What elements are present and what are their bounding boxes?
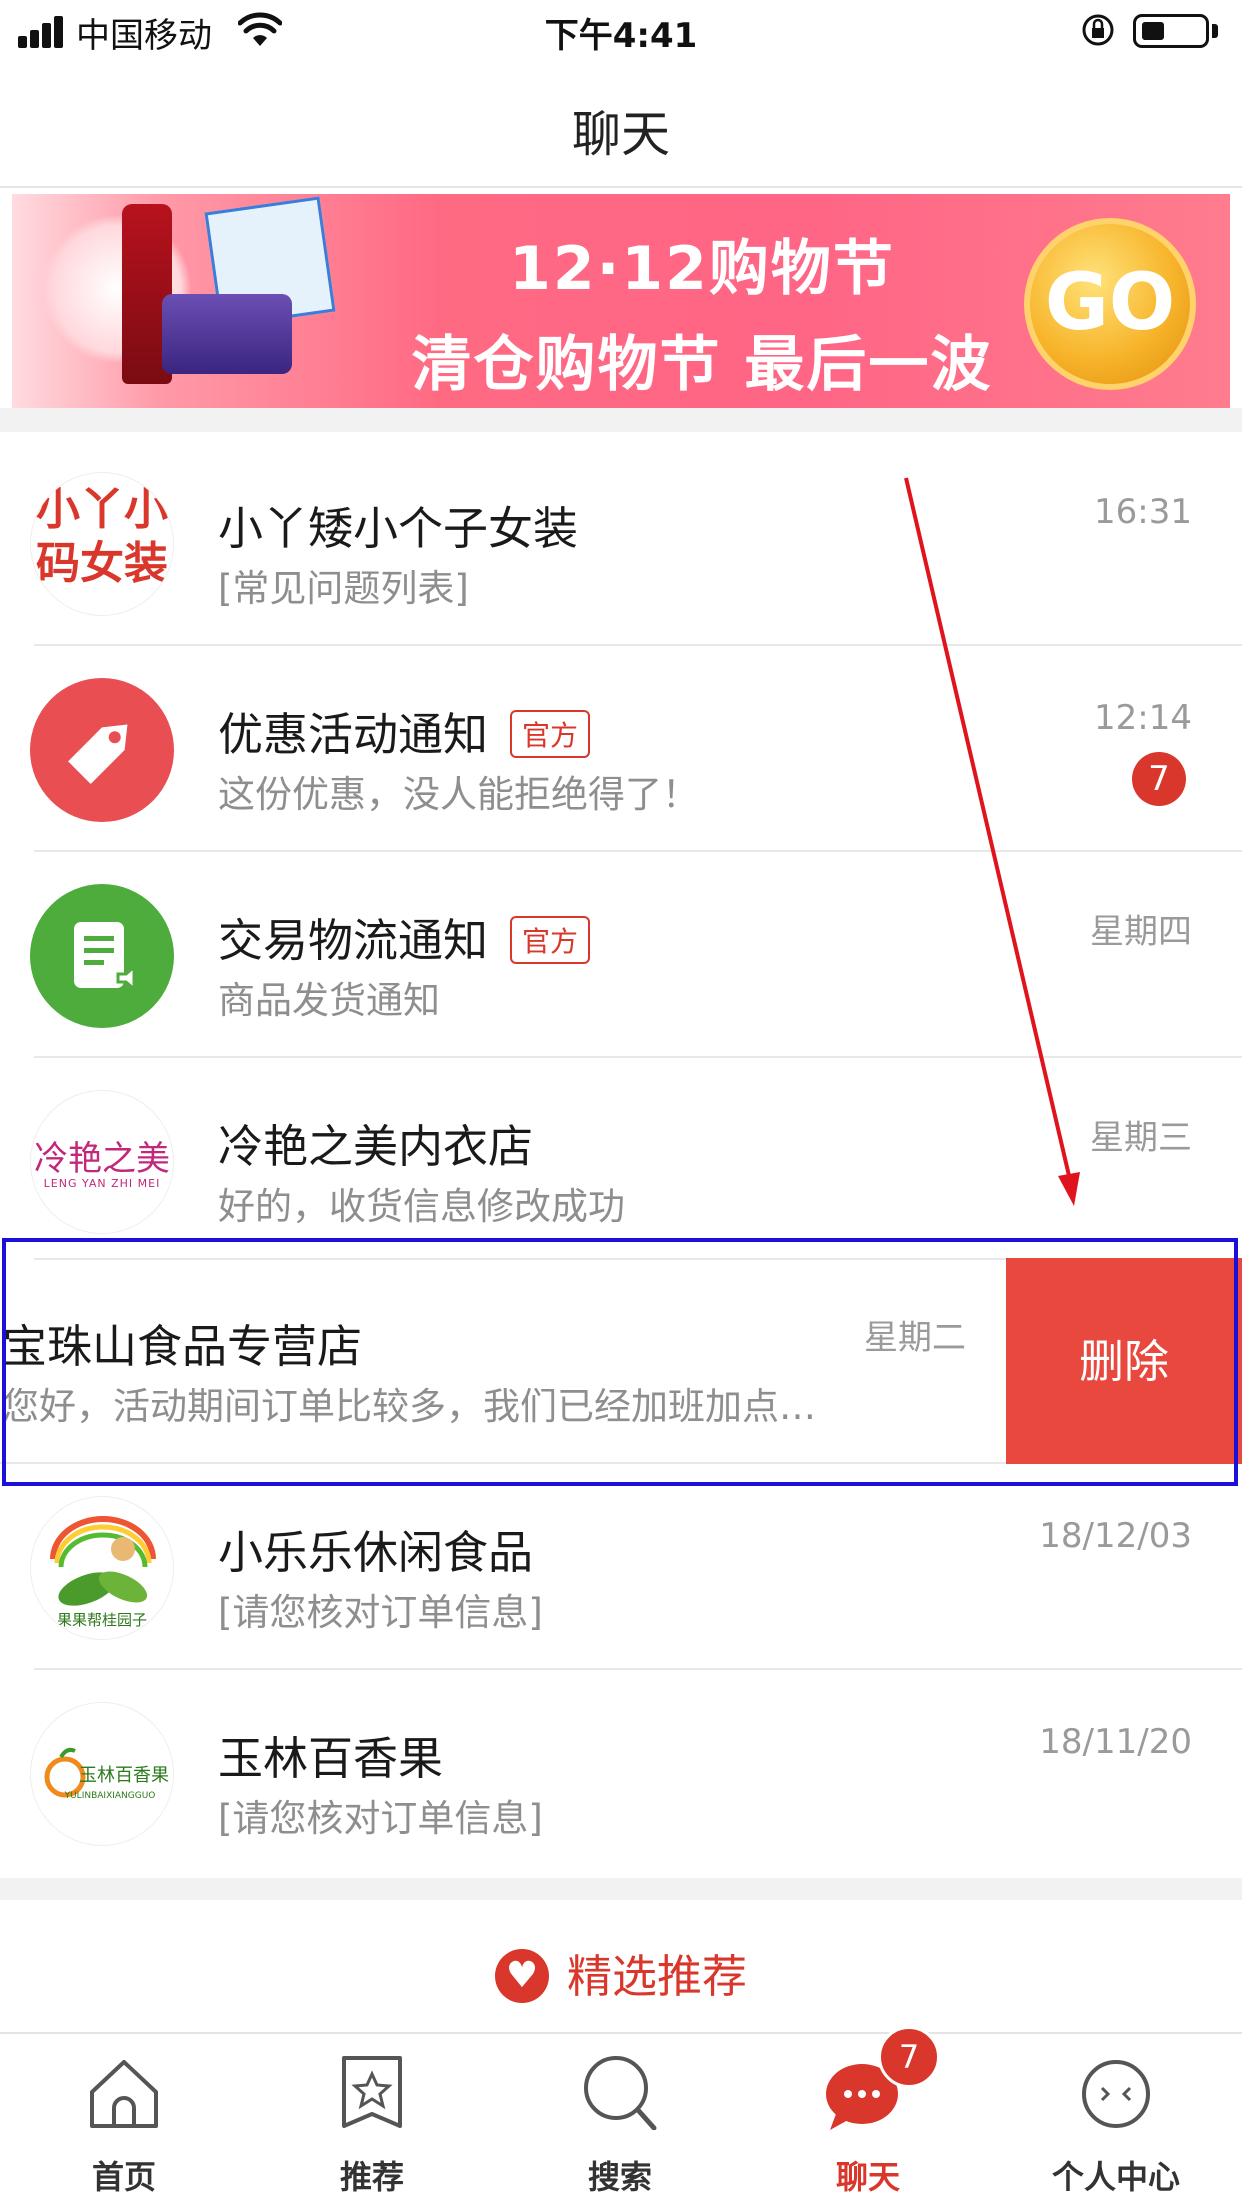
avatar (30, 884, 174, 1028)
tab-bar: 首页 推荐 搜索 7 聊天 个人中心 (0, 2026, 1242, 2210)
banner-subheadline: 清仓购物节 最后一波 (411, 330, 993, 400)
tab-chat[interactable]: 7 聊天 (744, 2026, 992, 2210)
chat-preview: 好的，收货信息修改成功 (218, 1185, 625, 1228)
recommend-label: 精选推荐 (566, 1950, 747, 2003)
logistics-document-icon (74, 922, 136, 993)
unread-badge: 7 (1132, 752, 1186, 806)
chat-row[interactable]: 果果帮桂园子 小乐乐休闲食品 [请您核对订单信息] 18/12/03 (0, 1464, 1242, 1670)
avatar-text: 冷艳之美 (34, 1139, 170, 1179)
chat-unread-badge: 7 (878, 2026, 940, 2088)
avatar: 小丫小码女装 (30, 472, 174, 616)
chat-title: 小乐乐休闲食品 (218, 1526, 534, 1579)
tab-search[interactable]: 搜索 (496, 2034, 744, 2210)
chat-preview: 商品发货通知 (218, 979, 440, 1022)
chat-title: 玉林百香果 (218, 1732, 444, 1785)
chat-time: 16:31 (1094, 492, 1192, 532)
home-icon (90, 2060, 158, 2128)
rotation-lock-icon (1082, 14, 1114, 46)
tab-label: 聊天 (835, 2158, 900, 2196)
chat-time: 18/12/03 (1039, 1516, 1192, 1556)
chat-time: 18/11/20 (1039, 1722, 1192, 1762)
chat-title: 交易物流通知 官方 (218, 904, 591, 969)
profile-icon (1082, 2060, 1150, 2128)
banner-headline: 12·12购物节 (509, 234, 895, 304)
avatar-text: 果果帮桂园子 (56, 1611, 147, 1629)
official-badge: 官方 (510, 916, 591, 964)
battery-icon (1133, 14, 1209, 48)
recommend-link[interactable]: 精选推荐 (0, 1940, 1242, 2007)
nav-divider (0, 186, 1242, 188)
chat-row[interactable]: 优惠活动通知 官方 这份优惠，没人能拒绝得了！ 12:14 7 (0, 646, 1242, 852)
chat-time: 星期四 (1090, 912, 1192, 952)
tab-label: 个人中心 (1051, 2158, 1180, 2196)
chat-preview: [请您核对订单信息] (218, 1591, 543, 1634)
chat-title: 优惠活动通知 官方 (218, 698, 591, 763)
chat-time: 星期三 (1090, 1118, 1192, 1158)
avatar (30, 678, 174, 822)
chat-time: 12:14 (1094, 698, 1192, 738)
star-bookmark-icon (342, 2056, 402, 2128)
tab-label: 首页 (91, 2158, 156, 2196)
status-bar: 中国移动 下午4:41 (0, 0, 1242, 60)
avatar-text: 玉林百香果 (79, 1765, 169, 1786)
banner-text: 12·12购物节 清仓购物节 最后一波 (342, 212, 1062, 400)
section-gap (0, 408, 1242, 432)
highlight-frame (2, 1238, 1238, 1486)
tab-label: 推荐 (339, 2158, 404, 2196)
avatar: 玉林百香果 YULINBAIXIANGGUO (30, 1702, 174, 1846)
avatar: 冷艳之美 LENG YAN ZHI MEI (30, 1090, 174, 1234)
product-jar-image (162, 294, 292, 374)
chat-title: 小丫矮小个子女装 (218, 502, 579, 555)
tab-profile[interactable]: 个人中心 (992, 2034, 1240, 2210)
avatar-subtext: YULINBAIXIANGGUO (64, 1791, 156, 1801)
status-time: 下午4:41 (544, 16, 698, 56)
chat-preview: [请您核对订单信息] (218, 1797, 543, 1840)
chat-preview: 这份优惠，没人能拒绝得了！ (218, 773, 699, 816)
avatar-text: 小丫小码女装 (36, 484, 168, 589)
avatar-subtext: LENG YAN ZHI MEI (43, 1177, 161, 1190)
tab-home[interactable]: 首页 (0, 2034, 248, 2210)
chat-row[interactable]: 玉林百香果 YULINBAIXIANGGUO 玉林百香果 [请您核对订单信息] … (0, 1670, 1242, 1876)
chat-row[interactable]: 小丫小码女装 小丫矮小个子女装 [常见问题列表] 16:31 (0, 440, 1242, 646)
section-gap (0, 1878, 1242, 1900)
heart-icon (494, 1949, 549, 2003)
chat-row[interactable]: 冷艳之美 LENG YAN ZHI MEI 冷艳之美内衣店 好的，收货信息修改成… (0, 1058, 1242, 1264)
avatar: 果果帮桂园子 (30, 1496, 174, 1640)
tab-recommend[interactable]: 推荐 (248, 2034, 496, 2210)
chat-title: 冷艳之美内衣店 (218, 1120, 534, 1173)
chat-preview: [常见问题列表] (218, 567, 469, 610)
tab-label: 搜索 (587, 2158, 652, 2196)
chat-icon (826, 2064, 898, 2130)
banner-go-button[interactable]: GO (1024, 218, 1196, 390)
official-badge: 官方 (510, 710, 591, 758)
chat-row[interactable]: 交易物流通知 官方 商品发货通知 星期四 (0, 852, 1242, 1058)
page-title: 聊天 (571, 106, 670, 163)
search-icon (584, 2056, 657, 2130)
price-tag-icon (68, 724, 128, 784)
promo-banner[interactable]: 12·12购物节 清仓购物节 最后一波 GO (12, 194, 1230, 408)
